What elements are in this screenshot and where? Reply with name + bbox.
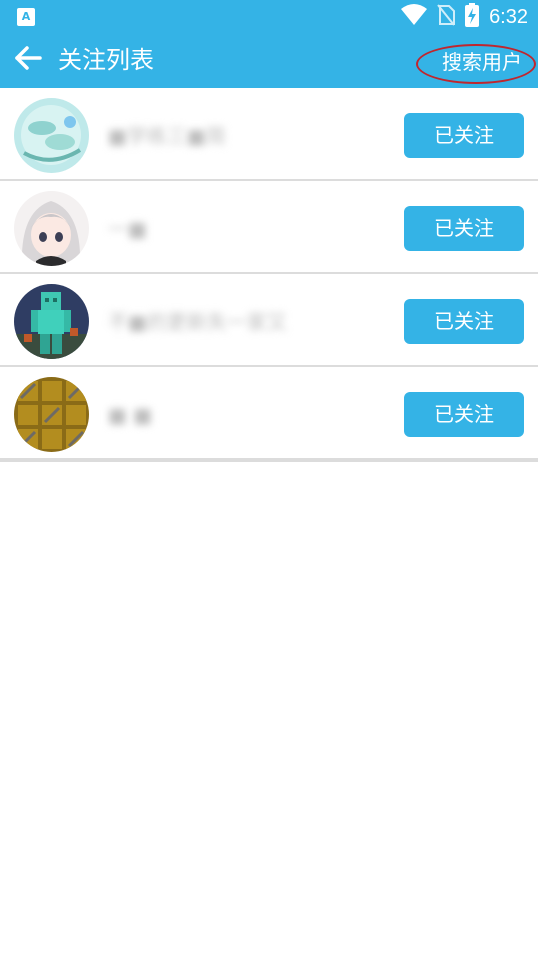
search-user-highlight-ring <box>416 44 536 84</box>
wifi-icon <box>401 4 428 30</box>
username: 不■的更新失一家又 <box>108 310 287 334</box>
no-sim-icon <box>437 4 456 30</box>
status-icons: 6:32 <box>401 3 528 31</box>
status-time: 6:32 <box>489 5 528 28</box>
arrow-left-icon <box>14 46 42 74</box>
status-bar: A 6:32 <box>0 0 538 32</box>
avatar[interactable] <box>14 284 89 359</box>
a-app-icon: A <box>17 8 35 26</box>
battery-charging-icon <box>465 3 480 31</box>
avatar[interactable] <box>14 377 89 452</box>
list-item[interactable]: 不■的更新失一家又 已关注 <box>0 274 538 367</box>
username: 一■ <box>108 217 147 241</box>
page-title: 关注列表 <box>58 46 154 74</box>
avatar[interactable] <box>14 98 89 173</box>
following-button[interactable]: 已关注 <box>404 392 524 437</box>
list-item[interactable]: ■ ■ 已关注 <box>0 367 538 462</box>
list-item[interactable]: ■学练三■简 已关注 <box>0 88 538 181</box>
username: ■ ■ <box>108 403 153 427</box>
back-button[interactable] <box>8 40 48 80</box>
following-button[interactable]: 已关注 <box>404 206 524 251</box>
follow-list: ■学练三■简 已关注 一■ 已关注 不■的更新失一家又 已关注 ■ ■ 已关注 <box>0 88 538 462</box>
list-item[interactable]: 一■ 已关注 <box>0 181 538 274</box>
avatar[interactable] <box>14 191 89 266</box>
following-button[interactable]: 已关注 <box>404 299 524 344</box>
following-button[interactable]: 已关注 <box>404 113 524 158</box>
username: ■学练三■简 <box>108 124 226 148</box>
